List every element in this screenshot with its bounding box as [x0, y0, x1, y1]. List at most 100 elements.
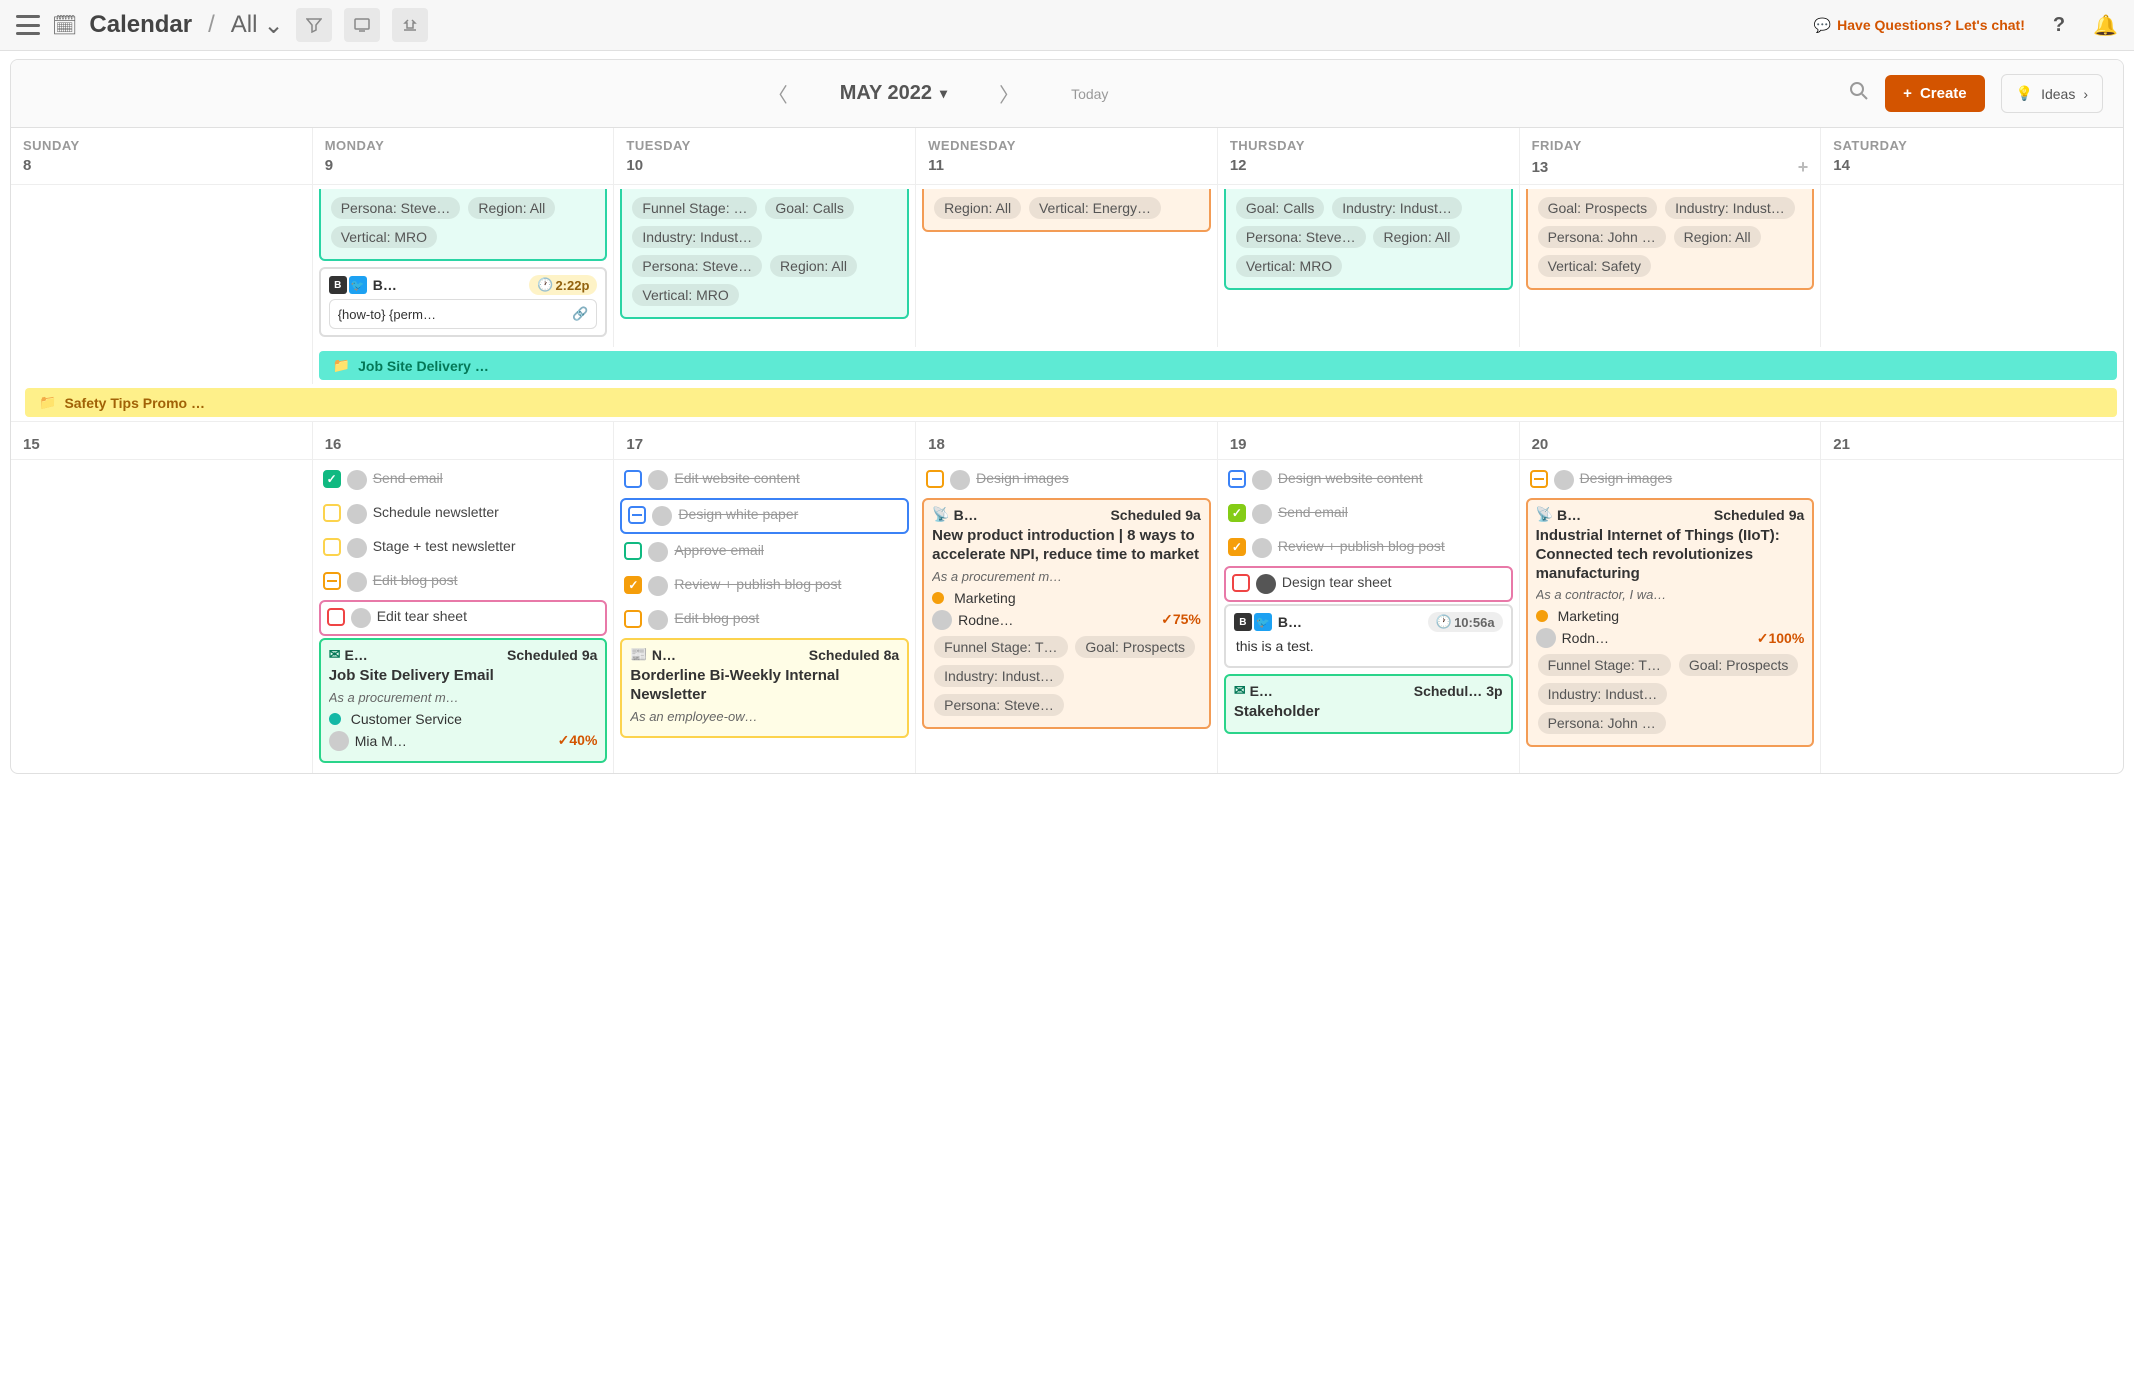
task-item[interactable]: Design website content	[1224, 464, 1513, 496]
task-item[interactable]: Design images	[922, 464, 1211, 496]
view-selector[interactable]: All ⌄	[231, 11, 284, 40]
checkbox[interactable]: ✓	[1228, 538, 1246, 556]
prev-month-button[interactable]: 〈	[756, 75, 800, 112]
social-card[interactable]: B🐦 B… 🕐10:56a this is a test.	[1224, 604, 1513, 668]
tag: Vertical: MRO	[632, 284, 738, 306]
event-title: Industrial Internet of Things (IIoT): Co…	[1536, 527, 1805, 583]
day-cell[interactable]: Design website content ✓ Send email ✓Revi…	[1218, 460, 1520, 773]
month-selector[interactable]: MAY 2022 ▾	[840, 82, 947, 105]
checkbox[interactable]	[926, 470, 944, 488]
day-cell[interactable]	[11, 460, 313, 773]
tag: Persona: Steve…	[331, 197, 461, 219]
social-card[interactable]: B🐦 B… 🕐2:22p {how-to} {perm…🔗	[319, 267, 608, 337]
checkbox[interactable]	[624, 470, 642, 488]
event-card[interactable]: Goal: Prospects Industry: Indust… Person…	[1526, 189, 1815, 290]
event-card[interactable]: ✉E…Schedul… 3p Stakeholder	[1224, 674, 1513, 734]
day-cell[interactable]: ✓ Send email Schedule newsletter Stage + …	[313, 460, 615, 773]
day-cell[interactable]: Persona: Steve… Region: All Vertical: MR…	[313, 185, 615, 347]
task-item[interactable]: Design images	[1526, 464, 1815, 496]
checkbox[interactable]	[323, 572, 341, 590]
task-item[interactable]: ✓Review + publish blog post	[1224, 532, 1513, 564]
task-item[interactable]: Approve email	[620, 536, 909, 568]
avatar	[347, 572, 367, 592]
task-item[interactable]: Design white paper	[620, 498, 909, 534]
checkbox[interactable]	[323, 538, 341, 556]
event-card[interactable]: Region: All Vertical: Energy…	[922, 189, 1211, 232]
display-button[interactable]	[344, 8, 380, 42]
breadcrumb-separator: /	[208, 11, 215, 39]
tag: Funnel Stage: T…	[1538, 654, 1671, 676]
campaign-banner[interactable]: 📁Job Site Delivery …	[319, 351, 2117, 380]
event-card[interactable]: ✉E…Scheduled 9a Job Site Delivery Email …	[319, 638, 608, 763]
task-item[interactable]: Schedule newsletter	[319, 498, 608, 530]
day-name: SUNDAY	[23, 138, 300, 153]
task-item[interactable]: Design tear sheet	[1224, 566, 1513, 602]
day-cell[interactable]: Goal: Prospects Industry: Indust… Person…	[1520, 185, 1822, 347]
avatar	[648, 576, 668, 596]
create-button[interactable]: + Create	[1885, 75, 1984, 112]
day-cell[interactable]: Edit website content Design white paper …	[614, 460, 916, 773]
event-card[interactable]: Goal: Calls Industry: Indust… Persona: S…	[1224, 189, 1513, 290]
avatar	[1252, 470, 1272, 490]
day-cell[interactable]: Design images 📡B…Scheduled 9a New produc…	[916, 460, 1218, 773]
notifications-button[interactable]: 🔔	[2093, 13, 2118, 38]
chat-link[interactable]: 💬 Have Questions? Let's chat!	[1814, 17, 2025, 34]
task-text: Send email	[1278, 504, 1509, 521]
event-title: New product introduction | 8 ways to acc…	[932, 527, 1201, 565]
event-card[interactable]: Persona: Steve… Region: All Vertical: MR…	[319, 189, 608, 261]
task-item[interactable]: ✓ Review + publish blog post	[620, 570, 909, 602]
checkbox[interactable]	[1228, 470, 1246, 488]
day-cell[interactable]	[1821, 460, 2123, 773]
day-date: 14	[1833, 157, 2111, 174]
task-item[interactable]: ✓ Send email	[319, 464, 608, 496]
day-cell[interactable]: Design images 📡B…Scheduled 9a Industrial…	[1520, 460, 1822, 773]
task-item[interactable]: Edit blog post	[319, 566, 608, 598]
task-item[interactable]: Stage + test newsletter	[319, 532, 608, 564]
day-cell[interactable]: Funnel Stage: … Goal: Calls Industry: In…	[614, 185, 916, 347]
menu-button[interactable]	[16, 15, 40, 35]
event-card[interactable]: Funnel Stage: … Goal: Calls Industry: In…	[620, 189, 909, 319]
event-desc: As an employee-ow…	[630, 709, 899, 724]
next-month-button[interactable]: 〉	[987, 75, 1031, 112]
task-item[interactable]: Edit blog post	[620, 604, 909, 636]
task-text: Send email	[373, 470, 604, 487]
tag: Goal: Calls	[765, 197, 853, 219]
chat-icon: 💬	[1814, 17, 1831, 34]
checkbox[interactable]: ✓	[323, 470, 341, 488]
checkbox[interactable]	[1530, 470, 1548, 488]
search-button[interactable]	[1849, 81, 1869, 107]
day-cell[interactable]: Goal: Calls Industry: Indust… Persona: S…	[1218, 185, 1520, 347]
progress-pct: 40%	[569, 732, 597, 748]
task-text: Design tear sheet	[1282, 574, 1505, 591]
day-date: 9	[325, 157, 602, 174]
chevron-down-icon: ▾	[940, 85, 947, 102]
checkbox[interactable]	[624, 610, 642, 628]
day-cell[interactable]	[1821, 185, 2123, 347]
ideas-button[interactable]: 💡 Ideas ›	[2001, 74, 2103, 113]
task-item[interactable]: Edit website content	[620, 464, 909, 496]
task-text: Review + publish blog post	[674, 576, 905, 593]
checkbox[interactable]	[1232, 574, 1250, 592]
help-button[interactable]: ?	[2053, 14, 2065, 37]
today-button[interactable]: Today	[1071, 86, 1108, 102]
event-card[interactable]: 📡B…Scheduled 9a Industrial Internet of T…	[1526, 498, 1815, 747]
checkbox[interactable]	[628, 506, 646, 524]
event-card[interactable]: 📡B…Scheduled 9a New product introduction…	[922, 498, 1211, 729]
checkbox[interactable]: ✓	[1228, 504, 1246, 522]
checkbox[interactable]	[323, 504, 341, 522]
event-card[interactable]: 📰N…Scheduled 8a Borderline Bi-Weekly Int…	[620, 638, 909, 738]
add-button[interactable]: +	[1798, 157, 1809, 178]
checkbox[interactable]	[327, 608, 345, 626]
day-cell[interactable]	[11, 185, 313, 347]
day-cell[interactable]: Region: All Vertical: Energy…	[916, 185, 1218, 347]
campaign-banner[interactable]: 📁Safety Tips Promo …	[25, 388, 2117, 417]
tag: Funnel Stage: T…	[934, 636, 1067, 658]
task-item[interactable]: Edit tear sheet	[319, 600, 608, 636]
schedule-time: 3p	[1486, 683, 1502, 699]
filter-button[interactable]	[296, 8, 332, 42]
share-button[interactable]	[392, 8, 428, 42]
checkbox[interactable]	[624, 542, 642, 560]
task-item[interactable]: ✓ Send email	[1224, 498, 1513, 530]
checkbox[interactable]: ✓	[624, 576, 642, 594]
day-date: 17	[626, 436, 903, 453]
